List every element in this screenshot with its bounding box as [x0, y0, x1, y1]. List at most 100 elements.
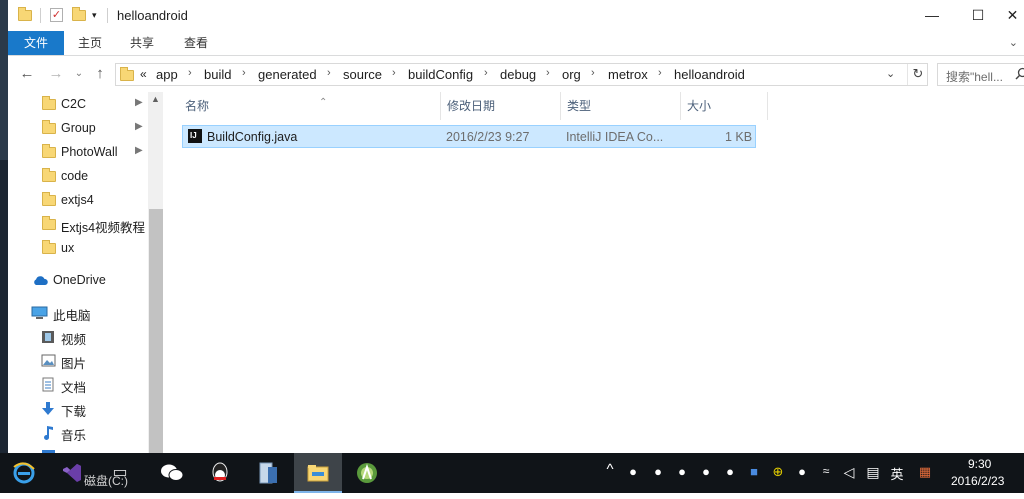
breadcrumb-overflow[interactable]: «: [140, 67, 147, 81]
close-button[interactable]: ✕: [1001, 0, 1024, 31]
breadcrumb-separator-icon[interactable]: ›: [327, 67, 331, 79]
column-header-size[interactable]: 大小: [681, 92, 768, 120]
folder-icon: [42, 241, 56, 252]
wechat-icon[interactable]: [148, 453, 196, 493]
quick-access-item-code[interactable]: code: [8, 164, 148, 188]
quick-access-item-group[interactable]: Group ▶: [8, 116, 148, 140]
quick-access-item-extjs4-video[interactable]: Extjs4视频教程: [8, 212, 148, 236]
column-header-name[interactable]: 名称 ⌃: [179, 92, 441, 120]
show-hidden-icons-chevron-icon[interactable]: ^: [599, 461, 621, 478]
column-header-date[interactable]: 修改日期: [441, 92, 561, 120]
quick-access-item-ux[interactable]: ux: [8, 236, 148, 260]
nav-item-label: code: [61, 169, 88, 183]
ime-tray-icon[interactable]: ▦: [914, 464, 936, 480]
file-explorer-window: ✓ ▾ helloandroid — ☐ ✕ 文件 主页 共享 查看 ⌄ ← →…: [8, 0, 1024, 453]
computer-icon: [31, 306, 48, 320]
search-input[interactable]: 搜索"hell...: [937, 63, 1024, 86]
refresh-button[interactable]: ↻: [907, 64, 928, 85]
network-monitor-icon[interactable]: ■: [743, 464, 765, 479]
recent-locations-button[interactable]: ⌄: [69, 65, 89, 85]
file-list: 名称 ⌃ 修改日期 类型 大小 IJ BuildConfig.java 2016…: [164, 92, 1024, 453]
tab-share[interactable]: 共享: [116, 31, 168, 55]
clock-date[interactable]: 2016/2/23: [951, 474, 1004, 488]
back-button[interactable]: ←: [17, 65, 37, 85]
nav-item-pictures[interactable]: 图片: [8, 348, 148, 372]
qq-tray-icon[interactable]: ●: [719, 464, 741, 479]
file-type: IntelliJ IDEA Co...: [566, 130, 663, 144]
pin-icon: ▶: [135, 97, 143, 108]
pin-icon: ▶: [135, 145, 143, 156]
intellij-java-file-icon: IJ: [188, 129, 202, 143]
qq-icon[interactable]: [196, 453, 244, 493]
volume-icon[interactable]: ◁: [838, 464, 860, 481]
nav-item-label: PhotoWall: [61, 145, 118, 159]
input-method-indicator[interactable]: 英: [886, 464, 908, 483]
navigation-pane-scrollbar[interactable]: ▲: [148, 92, 163, 453]
add-plus-tray-icon[interactable]: ⊕: [767, 464, 789, 480]
breadcrumb-metrox[interactable]: metrox: [608, 67, 648, 82]
expand-ribbon-icon[interactable]: ⌄: [1009, 36, 1018, 49]
nav-item-desktop[interactable]: 桌面: [8, 444, 148, 453]
search-icon[interactable]: [1015, 67, 1024, 80]
qq-tray-icon[interactable]: ●: [622, 464, 644, 479]
breadcrumb-generated[interactable]: generated: [258, 67, 317, 82]
breadcrumb-source[interactable]: source: [343, 67, 382, 82]
breadcrumb-buildconfig[interactable]: buildConfig: [408, 67, 473, 82]
scroll-up-icon[interactable]: ▲: [151, 94, 160, 104]
breadcrumb-separator-icon[interactable]: ›: [242, 67, 246, 79]
breadcrumb-build[interactable]: build: [204, 67, 231, 82]
properties-icon[interactable]: ✓: [50, 8, 64, 22]
navigation-pane: C2C ▶ Group ▶ PhotoWall ▶ code extjs4 Ex…: [8, 92, 163, 453]
customize-quick-access-icon[interactable]: ▾: [92, 10, 106, 24]
nav-item-music[interactable]: 音乐: [8, 420, 148, 444]
new-folder-icon[interactable]: [72, 8, 86, 22]
android-studio-icon[interactable]: [343, 453, 391, 493]
column-label: 类型: [567, 99, 591, 113]
picture-icon: [41, 354, 56, 367]
breadcrumb-org[interactable]: org: [562, 67, 581, 82]
clock-time[interactable]: 9:30: [968, 457, 991, 471]
qq-tray-icon[interactable]: ●: [791, 464, 813, 479]
nav-item-documents[interactable]: 文档: [8, 372, 148, 396]
nav-item-videos[interactable]: 视频: [8, 324, 148, 348]
server-manager-icon[interactable]: [244, 453, 292, 493]
breadcrumb-debug[interactable]: debug: [500, 67, 536, 82]
minimize-button[interactable]: —: [909, 0, 955, 31]
tab-view[interactable]: 查看: [170, 31, 222, 55]
table-row[interactable]: IJ BuildConfig.java 2016/2/23 9:27 Intel…: [182, 125, 756, 148]
qq-tray-icon[interactable]: ●: [647, 464, 669, 479]
qq-tray-icon[interactable]: ●: [671, 464, 693, 479]
breadcrumb-helloandroid[interactable]: helloandroid: [674, 67, 745, 82]
navigation-bar: ← → ⌄ ↑ « app › build › generated › sour…: [8, 56, 1024, 92]
quick-access-item-extjs4[interactable]: extjs4: [8, 188, 148, 212]
maximize-button[interactable]: ☐: [955, 0, 1001, 31]
breadcrumb-separator-icon[interactable]: ›: [392, 67, 396, 79]
nav-item-onedrive[interactable]: OneDrive: [8, 268, 148, 292]
nav-item-label: OneDrive: [53, 273, 106, 287]
file-explorer-icon[interactable]: [294, 453, 342, 493]
breadcrumb-separator-icon[interactable]: ›: [484, 67, 488, 79]
quick-access-item-photowall[interactable]: PhotoWall ▶: [8, 140, 148, 164]
scrollbar-thumb[interactable]: [149, 209, 163, 453]
breadcrumb-separator-icon[interactable]: ›: [188, 67, 192, 79]
address-dropdown-icon[interactable]: ⌄: [886, 67, 895, 80]
nav-item-label: Extjs4视频教程: [61, 217, 145, 236]
nav-item-this-pc[interactable]: 此电脑: [8, 300, 148, 324]
action-center-icon[interactable]: ▤: [862, 464, 884, 481]
qq-tray-icon[interactable]: ●: [695, 464, 717, 479]
tab-file[interactable]: 文件: [8, 31, 64, 55]
up-button[interactable]: ↑: [90, 65, 110, 85]
quick-access-item-c2c[interactable]: C2C ▶: [8, 92, 148, 116]
folder-icon[interactable]: [18, 8, 32, 22]
ie-icon[interactable]: [0, 453, 48, 493]
breadcrumb-separator-icon[interactable]: ›: [591, 67, 595, 79]
column-header-type[interactable]: 类型: [561, 92, 681, 120]
breadcrumb-separator-icon[interactable]: ›: [546, 67, 550, 79]
breadcrumb-separator-icon[interactable]: ›: [658, 67, 662, 79]
forward-button[interactable]: →: [46, 65, 66, 85]
wifi-icon[interactable]: ≈: [815, 464, 837, 478]
nav-item-downloads[interactable]: 下载: [8, 396, 148, 420]
address-bar[interactable]: « app › build › generated › source › bui…: [115, 63, 928, 86]
tab-home[interactable]: 主页: [64, 31, 116, 55]
breadcrumb-app[interactable]: app: [156, 67, 178, 82]
